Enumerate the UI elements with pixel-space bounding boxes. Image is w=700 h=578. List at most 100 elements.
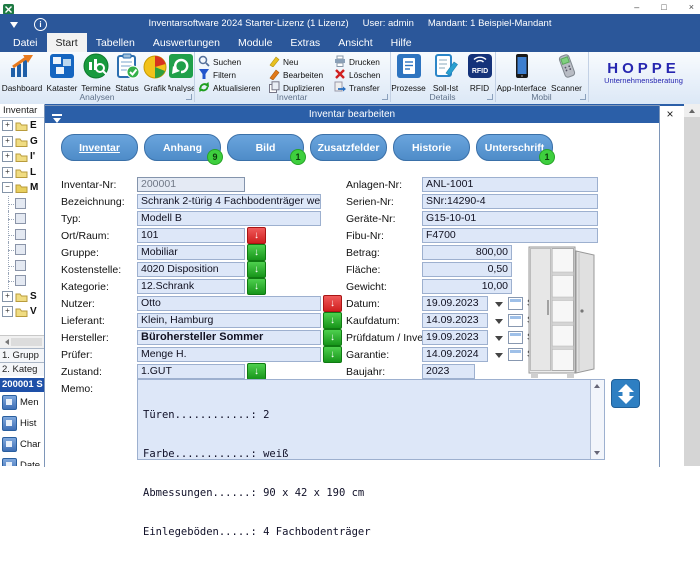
bearbeiten-button[interactable]: Bearbeiten (268, 68, 334, 81)
expand-plus-icon[interactable]: + (2, 120, 13, 131)
fibu-nr-input[interactable]: F4700 (422, 228, 598, 243)
scroll-up-icon[interactable] (684, 104, 700, 117)
analyse-button[interactable]: Analyse (168, 52, 194, 92)
typ-input[interactable]: Modell B (137, 211, 321, 226)
lieferant-input[interactable]: Klein, Hamburg (137, 313, 321, 328)
tab-bild[interactable]: Bild1 (227, 134, 304, 161)
collapse-minus-icon[interactable]: − (2, 182, 13, 193)
memo-textarea[interactable]: Türen............: 2 Farbe............: … (137, 379, 605, 460)
expand-plus-icon[interactable]: + (2, 306, 13, 317)
close-button[interactable]: × (689, 0, 694, 14)
lookup-button-red[interactable]: ↓ (323, 295, 342, 312)
lookup-button-green[interactable]: ↓ (247, 244, 266, 261)
date-dropdown-icon[interactable] (495, 336, 503, 345)
menu-auswertungen[interactable]: Auswertungen (144, 33, 229, 52)
menu-hilfe[interactable]: Hilfe (382, 33, 421, 52)
selected-record-row[interactable]: 200001 S (0, 378, 44, 392)
inventar-nr-input[interactable]: 200001 (137, 177, 245, 192)
lookup-button-green[interactable]: ↓ (323, 312, 342, 329)
tree-node[interactable]: + V (0, 304, 44, 320)
collapse-dialog-icon[interactable] (52, 110, 62, 128)
group-expander-icon[interactable] (186, 94, 192, 100)
sidebar-list-item[interactable]: Char (0, 434, 44, 455)
scroll-left-icon[interactable] (2, 339, 9, 345)
lookup-button-green[interactable]: ↓ (247, 278, 266, 295)
serien-nr-input[interactable]: SNr:14290-4 (422, 194, 598, 209)
lookup-button-green[interactable]: ↓ (247, 261, 266, 278)
record-navigate-button[interactable] (611, 379, 640, 408)
group-expander-icon[interactable] (580, 94, 586, 100)
tree-node-expanded[interactable]: − M (0, 180, 44, 196)
group-expander-icon[interactable] (382, 94, 388, 100)
filtern-button[interactable]: Filtern (198, 68, 268, 81)
drucken-button[interactable]: Drucken (334, 55, 388, 68)
pruefdatum-input[interactable]: 19.09.2023 (422, 330, 488, 345)
tree-node[interactable]: + S (0, 289, 44, 305)
dialog-titlebar[interactable]: Inventar bearbeiten (45, 106, 659, 123)
prozesse-button[interactable]: Prozesse (391, 52, 427, 92)
tree-child-item[interactable] (0, 242, 44, 258)
tree-child-item[interactable] (0, 227, 44, 243)
maximize-button[interactable]: □ (661, 0, 666, 14)
hersteller-input[interactable]: Bürohersteller Sommer (137, 330, 321, 345)
tree-child-item[interactable] (0, 273, 44, 289)
flaeche-input[interactable]: 0,50 (422, 262, 512, 277)
app-interface-button[interactable]: App-Interface (497, 52, 547, 92)
sidebar-tab-kategorie[interactable]: 2. Kateg (0, 362, 44, 376)
expand-plus-icon[interactable]: + (2, 136, 13, 147)
tab-unterschrift[interactable]: Unterschrift1 (476, 134, 553, 161)
lookup-button-green[interactable]: ↓ (323, 329, 342, 346)
date-dropdown-icon[interactable] (495, 302, 503, 311)
kataster-button[interactable]: Kataster (44, 52, 80, 92)
betrag-input[interactable]: 800,00 (422, 245, 512, 260)
tab-anhang[interactable]: Anhang9 (144, 134, 221, 161)
lookup-button-green[interactable]: ↓ (323, 346, 342, 363)
gruppe-input[interactable]: Mobiliar (137, 245, 245, 260)
geraete-nr-input[interactable]: G15-10-01 (422, 211, 598, 226)
expand-plus-icon[interactable]: + (2, 291, 13, 302)
tab-inventar[interactable]: Inventar (61, 134, 138, 161)
dashboard-button[interactable]: Dashboard (0, 52, 44, 92)
lookup-button-green[interactable]: ↓ (247, 363, 266, 380)
kostenstelle-input[interactable]: 4020 Disposition (137, 262, 245, 277)
tree-child-item[interactable] (0, 258, 44, 274)
datum-input[interactable]: 19.09.2023 (422, 296, 488, 311)
expand-plus-icon[interactable]: + (2, 151, 13, 162)
anlagen-nr-input[interactable]: ANL-1001 (422, 177, 598, 192)
tree-node[interactable]: + I' (0, 149, 44, 165)
tree-node[interactable]: + L (0, 165, 44, 181)
sidebar-list-item[interactable]: Date (0, 455, 44, 467)
tree-node[interactable]: + G (0, 134, 44, 150)
bezeichnung-input[interactable]: Schrank 2-türig 4 Fachbodenträger weiß (137, 194, 321, 209)
scanner-modul-button[interactable]: Scanner Modul (547, 52, 587, 92)
tree-child-item[interactable] (0, 211, 44, 227)
grafik-button[interactable]: Grafik (142, 52, 168, 92)
menu-datei[interactable]: Datei (4, 33, 47, 52)
tree-node[interactable]: + E (0, 118, 44, 134)
date-dropdown-icon[interactable] (495, 353, 503, 362)
soll-ist-abgleich-button[interactable]: Soll-Ist Abgleich (427, 52, 465, 92)
termine-fristen-button[interactable]: Termine Fristen (80, 52, 112, 92)
menu-module[interactable]: Module (229, 33, 281, 52)
lookup-button-red[interactable]: ↓ (247, 227, 266, 244)
dialog-close-button[interactable]: × (660, 106, 680, 122)
memo-scrollbar[interactable] (590, 380, 604, 459)
expand-plus-icon[interactable]: + (2, 167, 13, 178)
scrollbar-track[interactable] (11, 338, 42, 346)
tree-child-item[interactable] (0, 196, 44, 212)
date-dropdown-icon[interactable] (495, 319, 503, 328)
gewicht-input[interactable]: 10,00 (422, 279, 512, 294)
menu-ansicht[interactable]: Ansicht (329, 33, 381, 52)
menu-extras[interactable]: Extras (281, 33, 329, 52)
zustand-input[interactable]: 1.GUT (137, 364, 245, 379)
scroll-down-icon[interactable] (591, 448, 603, 459)
menu-start[interactable]: Start (47, 33, 87, 52)
neu-button[interactable]: Neu (268, 55, 334, 68)
minimize-button[interactable]: – (634, 0, 639, 14)
kategorie-input[interactable]: 12.Schrank (137, 279, 245, 294)
baujahr-input[interactable]: 2023 (422, 364, 475, 379)
nutzer-input[interactable]: Otto (137, 296, 321, 311)
pruefer-input[interactable]: Menge H. (137, 347, 321, 362)
tab-zusatzfelder[interactable]: Zusatzfelder (310, 134, 387, 161)
group-expander-icon[interactable] (487, 94, 493, 100)
